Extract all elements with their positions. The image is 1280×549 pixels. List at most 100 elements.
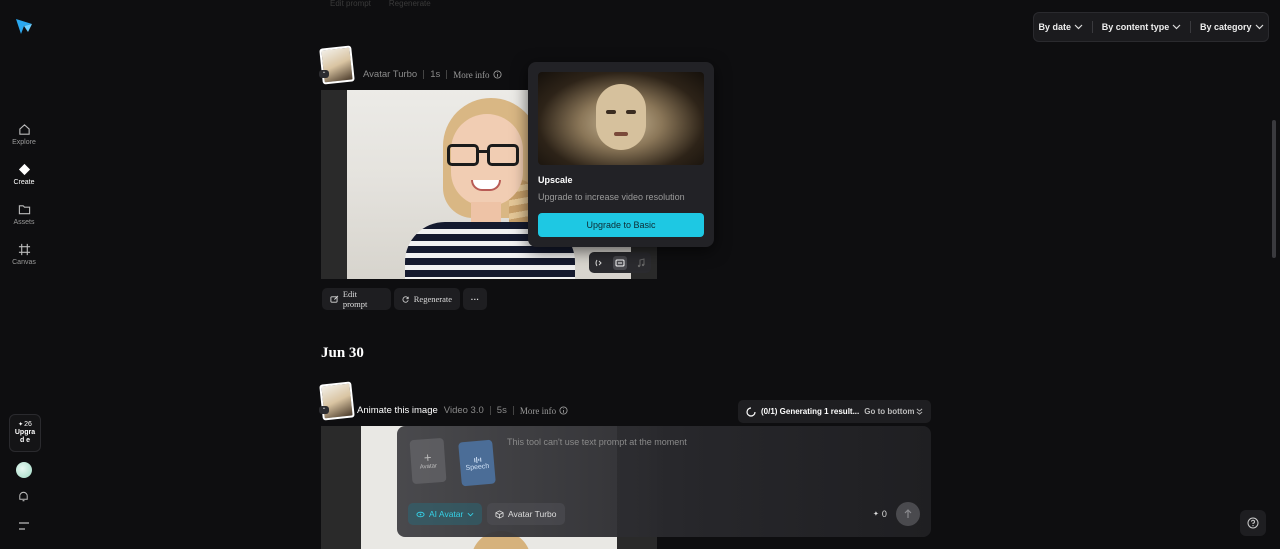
filter-bar: By date By content type By category (1033, 12, 1269, 42)
chevron-down-icon (1172, 24, 1181, 30)
info-icon (559, 406, 568, 415)
regenerate-button-faded[interactable]: Regenerate (389, 0, 431, 8)
previous-actions-row: Edit prompt Regenerate (330, 0, 431, 8)
card1-actions: Edit prompt Regenerate ··· (322, 288, 487, 310)
credits-value: 26 (24, 421, 32, 428)
refresh-icon (402, 295, 409, 303)
divider (512, 406, 514, 415)
duration: 5s (496, 405, 507, 416)
notifications-bell-icon[interactable] (17, 490, 30, 508)
diamond-icon (18, 163, 30, 176)
card-label: Avatar (419, 463, 438, 471)
avatar-upload-card[interactable]: + Avatar (409, 437, 447, 485)
chevron-down-icon (1255, 24, 1263, 30)
spinner-icon (746, 406, 756, 417)
upscale-icon (615, 259, 625, 266)
prompt-input[interactable]: This tool can't use text prompt at the m… (507, 437, 687, 447)
upscale-button[interactable] (612, 255, 627, 270)
card-title: Animate this image (357, 405, 438, 416)
edit-prompt-button-faded[interactable]: Edit prompt (330, 0, 371, 8)
filter-by-date[interactable]: By date (1038, 22, 1083, 32)
regenerate-button[interactable]: Regenerate (394, 288, 460, 310)
send-button[interactable] (896, 502, 920, 526)
divider (489, 406, 491, 415)
speech-upload-card[interactable]: Speech (458, 439, 496, 487)
divider (1091, 21, 1093, 33)
divider (1190, 21, 1192, 33)
chip-label: Avatar Turbo (508, 509, 557, 519)
source-image-thumb (319, 381, 355, 421)
more-info-label: More info (453, 69, 490, 80)
upscale-preview-image (538, 72, 704, 165)
chevron-down-icon (1074, 24, 1083, 30)
filter-label: By category (1199, 22, 1252, 32)
music-note-icon (637, 257, 645, 267)
model-name: Video 3.0 (443, 405, 484, 416)
prompt-composer: + Avatar Speech This tool can't use text… (397, 426, 931, 537)
more-dots-icon: ··· (470, 294, 480, 304)
audio-button[interactable] (634, 256, 648, 270)
generating-status: (0/1) Generating 1 result... Go to botto… (738, 400, 931, 423)
button-label: Edit prompt (342, 289, 368, 309)
popover-title: Upscale (538, 175, 573, 185)
divider (446, 70, 448, 79)
popover-description: Upgrade to increase video resolution (538, 192, 685, 202)
info-icon (492, 70, 502, 79)
thumb-badge: ❝ (319, 70, 329, 78)
double-chevron-down-icon (917, 408, 923, 415)
more-options-button[interactable]: ··· (463, 288, 487, 310)
edit-icon (330, 295, 339, 303)
more-info-link[interactable]: More info (453, 69, 502, 80)
upgrade-label: Upgrad e (14, 429, 36, 444)
mode-selector[interactable]: AI Avatar (408, 503, 483, 525)
sidebar-item-label: Explore (12, 139, 36, 146)
lipsync-icon (595, 259, 603, 266)
go-to-bottom-label: Go to bottom (864, 407, 915, 416)
filter-by-content-type[interactable]: By content type (1102, 22, 1182, 32)
sidebar-item-explore[interactable]: Explore (0, 123, 48, 146)
go-to-bottom-link[interactable]: Go to bottom (864, 407, 923, 416)
credits-count: ✦ 26 (18, 421, 32, 428)
upscale-popover: Upscale Upgrade to increase video resolu… (528, 62, 714, 247)
divider (423, 70, 425, 79)
chevron-down-icon (467, 512, 474, 516)
arrow-up-icon (904, 509, 912, 518)
sidebar-item-label: Canvas (12, 259, 36, 266)
avatar[interactable] (16, 462, 32, 478)
thumb-badge: ❝ (319, 406, 329, 414)
plus-icon: + (423, 449, 433, 466)
card2-header: Animate this image Video 3.0 5s More inf… (357, 405, 568, 416)
folder-icon (18, 205, 30, 215)
sidebar-item-canvas[interactable]: Canvas (0, 243, 48, 266)
upgrade-to-basic-button[interactable]: Upgrade to Basic (538, 213, 704, 237)
chip-label: AI Avatar (429, 509, 464, 519)
edit-prompt-button[interactable]: Edit prompt (322, 288, 391, 310)
generating-text: (0/1) Generating 1 result... (761, 407, 860, 416)
upgrade-button[interactable]: ✦ 26 Upgrad e (9, 414, 41, 452)
sidebar-item-assets[interactable]: Assets (0, 203, 48, 226)
filter-label: By date (1038, 22, 1071, 32)
source-image-thumb (319, 45, 355, 85)
credits-value: 0 (881, 509, 887, 519)
model-selector[interactable]: Avatar Turbo (487, 503, 565, 525)
sidebar-item-label: Create (13, 179, 35, 186)
sidebar-item-create[interactable]: Create (0, 163, 48, 186)
model-name: Avatar Turbo (363, 69, 418, 80)
video-mini-toolbar (589, 252, 651, 273)
lipsync-button[interactable] (592, 256, 606, 270)
question-icon (1247, 517, 1259, 529)
sidebar: Explore Create Assets Canvas ✦ 26 Upgrad … (0, 0, 48, 549)
eye-icon (416, 511, 425, 517)
duration: 1s (430, 69, 441, 80)
more-info-link[interactable]: More info (520, 406, 568, 416)
sidebar-item-label: Assets (13, 219, 35, 226)
filter-by-category[interactable]: By category (1200, 22, 1264, 32)
card1-header: Avatar Turbo 1s More info (363, 69, 502, 80)
help-button[interactable] (1240, 510, 1266, 536)
spark-icon: ✦ (873, 511, 879, 518)
scrollbar-thumb[interactable] (1272, 120, 1276, 258)
menu-icon[interactable] (18, 518, 30, 536)
more-info-label: More info (519, 405, 557, 416)
filter-label: By content type (1101, 22, 1170, 32)
canvas-icon (18, 243, 30, 256)
